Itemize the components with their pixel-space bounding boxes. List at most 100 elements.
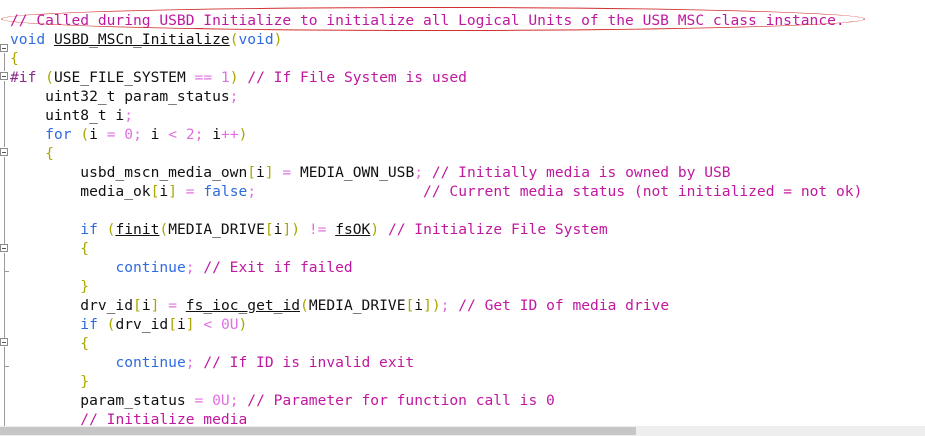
code-token: { — [80, 335, 90, 352]
code-line[interactable]: for (i = 0; i < 2; i++) — [10, 125, 247, 144]
code-line[interactable]: #if (USE_FILE_SYSTEM == 1) // If File Sy… — [10, 68, 467, 87]
code-token: = — [168, 297, 177, 314]
code-line[interactable]: continue; // Exit if failed — [10, 258, 352, 277]
code-line[interactable]: // Called during USBD_Initialize to init… — [10, 11, 845, 30]
code-token: // If File System is used — [247, 69, 467, 86]
code-token: { — [80, 240, 90, 257]
code-line[interactable]: uint32_t param_status; — [10, 87, 238, 106]
code-token: [ — [247, 164, 257, 181]
fold-guide — [4, 253, 5, 272]
code-token: { — [10, 50, 19, 67]
code-token: ) — [370, 221, 380, 238]
fold-gutter — [0, 0, 10, 426]
code-token: < — [203, 316, 213, 333]
code-token: // If ID is invalid exit — [203, 354, 415, 371]
code-line[interactable]: continue; // If ID is invalid exit — [10, 353, 414, 372]
code-token: = — [185, 183, 195, 200]
code-line[interactable]: if (drv_id[i] < 0U) — [10, 315, 247, 334]
code-token: 0U — [220, 316, 239, 333]
code-line[interactable]: if (finit(MEDIA_DRIVE[i]) != fsOK) // In… — [10, 220, 608, 239]
code-token: ; — [247, 183, 257, 200]
code-token: 2 — [185, 126, 195, 143]
code-token: finit — [115, 221, 160, 238]
fold-toggle-icon[interactable] — [0, 148, 8, 156]
code-line[interactable]: { — [10, 334, 89, 353]
code-token: fs_ioc_get_id — [185, 297, 301, 314]
code-token: i — [141, 126, 169, 143]
fold-guide — [4, 367, 5, 426]
code-token: uint8_t i — [10, 107, 125, 124]
code-token: drv_id — [115, 316, 169, 333]
code-token: void — [10, 31, 46, 48]
code-token: 0U — [212, 392, 230, 409]
code-token: // Parameter for function call is 0 — [247, 392, 555, 409]
code-token: // Initialize File System — [387, 221, 608, 238]
code-token: ] — [168, 183, 177, 200]
code-token: USBD_MSCn_Initialize — [53, 31, 230, 48]
code-token: != — [308, 221, 327, 238]
code-token: uint32_t param_status — [10, 88, 230, 105]
fold-toggle-icon[interactable] — [0, 338, 8, 346]
code-line[interactable]: usbd_mscn_media_own[i] = MEDIA_OWN_USB; … — [10, 163, 730, 182]
code-token: ] — [264, 164, 274, 181]
code-line[interactable]: // Initialize media — [10, 410, 247, 426]
code-token: < — [168, 126, 178, 143]
code-token: i — [89, 126, 107, 143]
code-token: } — [80, 373, 90, 390]
horizontal-scrollbar[interactable] — [0, 426, 925, 436]
code-token: 1 — [220, 69, 230, 86]
code-token: for — [45, 126, 72, 143]
code-token: [ — [168, 316, 177, 333]
code-line[interactable]: { — [10, 144, 54, 163]
code-token: i — [176, 316, 186, 333]
code-token: ) — [238, 316, 248, 333]
code-token: ) — [273, 31, 283, 48]
code-line[interactable]: } — [10, 277, 89, 296]
code-line[interactable]: param_status = 0U; // Parameter for func… — [10, 391, 555, 410]
code-token: continue — [115, 259, 186, 276]
code-token: { — [45, 145, 54, 162]
code-line[interactable]: media_ok[i] = false; // Current media st… — [10, 182, 862, 201]
code-token: [ — [133, 297, 142, 314]
fold-guide — [4, 53, 5, 71]
code-line[interactable]: { — [10, 239, 89, 258]
code-line[interactable]: drv_id[i] = fs_ioc_get_id(MEDIA_DRIVE[i]… — [10, 296, 669, 315]
code-token: i — [203, 126, 221, 143]
code-line[interactable]: void USBD_MSCn_Initialize(void) — [10, 30, 282, 49]
code-editor[interactable]: // Called during USBD_Initialize to init… — [0, 0, 925, 426]
code-token: ]) — [423, 297, 441, 314]
code-token: = — [282, 164, 292, 181]
code-line[interactable]: { — [10, 49, 19, 68]
code-token: ( — [159, 221, 169, 238]
code-token: ( — [45, 69, 54, 86]
code-token: if — [80, 221, 98, 238]
scrollbar-thumb[interactable] — [0, 427, 636, 435]
fold-toggle-icon[interactable] — [0, 244, 8, 252]
code-token: [ — [264, 221, 274, 238]
code-line[interactable]: } — [10, 372, 89, 391]
code-token: // Current media status (not initialized… — [423, 183, 863, 200]
code-token: USE_FILE_SYSTEM — [53, 69, 195, 86]
fold-toggle-icon[interactable] — [0, 72, 8, 80]
code-line[interactable]: uint8_t i; — [10, 106, 133, 125]
code-token: i — [414, 297, 424, 314]
fold-toggle-icon[interactable] — [0, 44, 8, 52]
code-token: ; — [133, 126, 142, 143]
